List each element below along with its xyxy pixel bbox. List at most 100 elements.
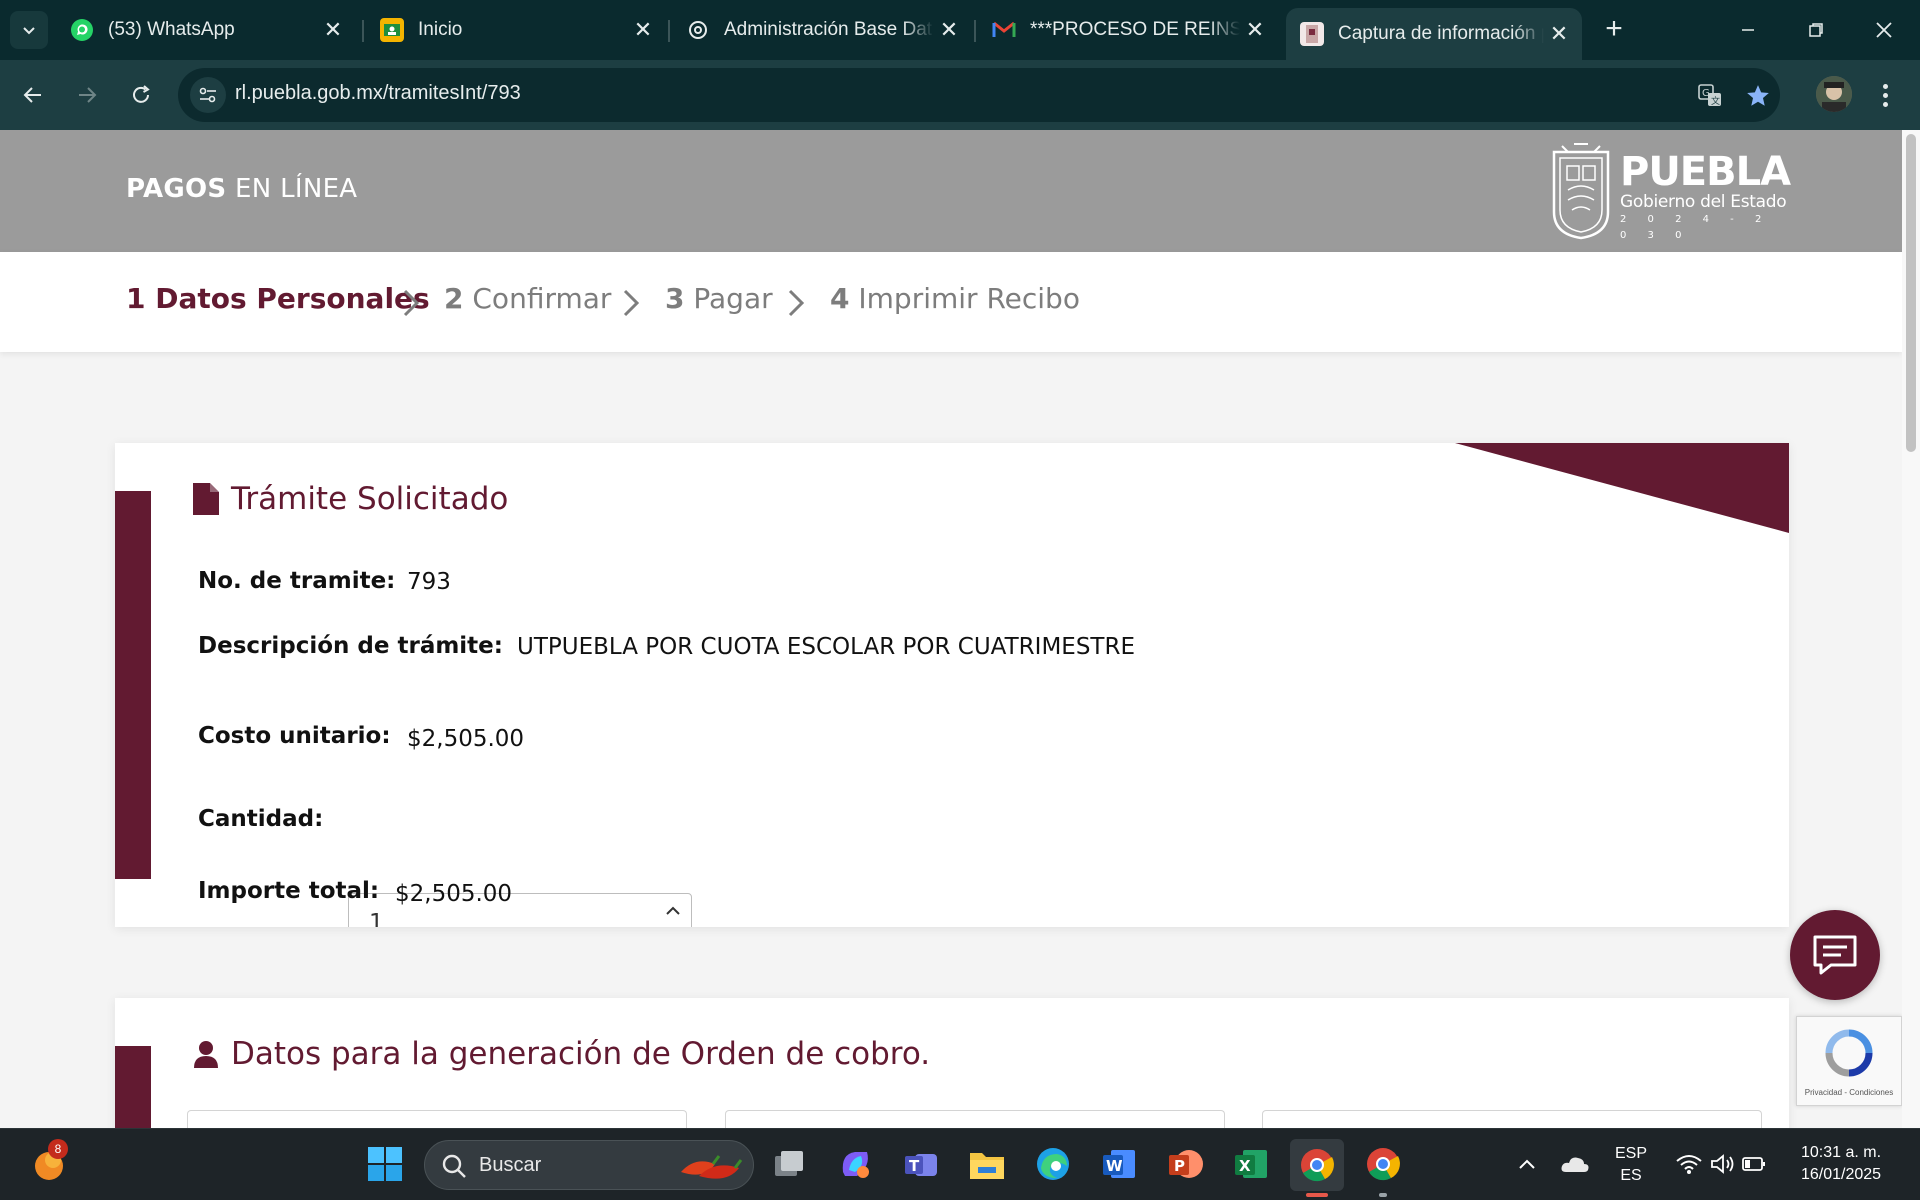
start-button[interactable] xyxy=(364,1143,406,1185)
close-tab-icon[interactable]: ✕ xyxy=(318,17,348,43)
document-icon xyxy=(193,483,219,515)
step-number: 3 xyxy=(665,282,685,315)
close-tab-icon[interactable]: ✕ xyxy=(1240,17,1270,43)
tab-title: Administración Base Dat xyxy=(724,19,933,40)
word-icon[interactable]: W xyxy=(1098,1143,1140,1185)
spinner-arrows-icon[interactable] xyxy=(661,898,685,927)
scrollbar-thumb[interactable] xyxy=(1906,134,1916,452)
recaptcha-badge[interactable]: Privacidad - Condiciones xyxy=(1796,1016,1902,1106)
url-text[interactable]: rl.puebla.gob.mx/tramitesInt/793 xyxy=(235,82,521,105)
tramite-heading-text: Trámite Solicitado xyxy=(231,481,509,517)
wifi-icon xyxy=(1676,1155,1702,1174)
running-indicator xyxy=(1306,1193,1328,1197)
file-explorer-icon[interactable] xyxy=(966,1143,1008,1185)
chrome-icon-active[interactable] xyxy=(1290,1139,1344,1191)
forward-button[interactable] xyxy=(66,74,108,116)
profile-avatar[interactable] xyxy=(1816,76,1852,112)
step-datos-personales: 1 Datos Personales xyxy=(126,282,430,315)
close-tab-icon[interactable]: ✕ xyxy=(934,17,964,43)
puebla-logo[interactable]: PUEBLA Gobierno del Estado 2 0 2 4 - 2 0… xyxy=(1550,142,1791,242)
close-tab-icon[interactable]: ✕ xyxy=(628,17,658,43)
orden-field-2[interactable] xyxy=(725,1110,1225,1128)
arrow-left-icon xyxy=(23,87,41,103)
total-value: $2,505.00 xyxy=(395,881,513,907)
chat-button[interactable] xyxy=(1790,910,1880,1000)
tab-whatsapp[interactable]: (53) WhatsApp ✕ xyxy=(56,10,356,50)
chili-peppers-icon xyxy=(681,1155,743,1179)
site-settings-icon[interactable] xyxy=(190,77,226,113)
step-number: 2 xyxy=(444,282,464,315)
step-imprimir-recibo: 4 Imprimir Recibo xyxy=(830,282,1080,315)
logo-subtitle: Gobierno del Estado xyxy=(1620,192,1787,212)
close-tab-icon[interactable]: ✕ xyxy=(1544,21,1574,47)
tab-title: Captura de información p xyxy=(1338,23,1544,44)
step-label: Datos Personales xyxy=(145,282,430,315)
system-tray-status[interactable] xyxy=(1666,1143,1776,1185)
svg-text:P: P xyxy=(1174,1157,1185,1175)
tab-title: (53) WhatsApp xyxy=(108,19,235,40)
tab-inicio[interactable]: Inicio ✕ xyxy=(366,10,666,50)
close-window-button[interactable] xyxy=(1854,8,1914,52)
orden-field-1[interactable] xyxy=(187,1110,687,1128)
tab-administracion[interactable]: Administración Base Dat ✕ xyxy=(672,10,972,50)
quantity-value[interactable]: 1 xyxy=(369,910,384,927)
logo-text: PUEBLA Gobierno del Estado 2 0 2 4 - 2 0… xyxy=(1620,149,1791,244)
input-language[interactable]: ESP ES xyxy=(1606,1143,1656,1187)
tab-separator xyxy=(974,20,976,42)
step-confirmar: 2 Confirmar xyxy=(444,282,611,315)
volume-icon xyxy=(1711,1154,1734,1174)
site-title-light: EN LÍNEA xyxy=(226,174,358,204)
tab-title: Inicio xyxy=(418,19,463,40)
language-code: ESP xyxy=(1614,1145,1647,1162)
bookmark-star-icon[interactable] xyxy=(1742,80,1774,112)
logo-years: 2 0 2 4 - 2 0 3 0 xyxy=(1620,214,1771,241)
tab-search-button[interactable] xyxy=(10,11,48,49)
step-label: Confirmar xyxy=(463,282,612,315)
restore-button[interactable] xyxy=(1786,8,1846,52)
card-accent-bar xyxy=(115,491,151,879)
edge-icon[interactable] xyxy=(1032,1143,1074,1185)
step-pagar: 3 Pagar xyxy=(665,282,773,315)
minimize-icon xyxy=(1742,29,1754,31)
tab-title: ***PROCESO DE REINSCR xyxy=(1030,19,1240,40)
onedrive-icon[interactable] xyxy=(1554,1143,1596,1185)
new-tab-button[interactable]: + xyxy=(1596,12,1632,48)
site-title: PAGOS EN LÍNEA xyxy=(126,174,357,204)
restore-icon xyxy=(1809,23,1823,37)
orden-card: Datos para la generación de Orden de cob… xyxy=(115,998,1789,1128)
card-accent-bar xyxy=(115,1046,151,1128)
notification-badge: 8 xyxy=(48,1139,68,1159)
chevron-right-icon xyxy=(403,289,420,317)
reload-button[interactable] xyxy=(120,74,162,116)
excel-icon[interactable]: X xyxy=(1230,1143,1272,1185)
tab-gmail[interactable]: ***PROCESO DE REINSCR ✕ xyxy=(978,10,1278,50)
tab-captura-active[interactable]: Captura de información p ✕ xyxy=(1286,8,1582,60)
page-scrollbar[interactable] xyxy=(1902,130,1920,1128)
back-button[interactable] xyxy=(12,74,54,116)
task-view-icon[interactable] xyxy=(768,1143,810,1185)
orden-field-3[interactable] xyxy=(1262,1110,1762,1128)
whatsapp-icon xyxy=(70,18,94,42)
address-bar[interactable]: rl.puebla.gob.mx/tramitesInt/793 G文 xyxy=(178,68,1780,122)
step-label: Imprimir Recibo xyxy=(849,282,1080,315)
chrome-icon[interactable] xyxy=(1362,1143,1404,1185)
show-hidden-icons-chevron-up-icon[interactable] xyxy=(1506,1143,1548,1185)
battery-icon xyxy=(1742,1157,1765,1171)
translate-icon[interactable]: G文 xyxy=(1694,80,1726,112)
clock[interactable]: 10:31 a. m. 16/01/2025 xyxy=(1786,1142,1896,1186)
logo-word: PUEBLA xyxy=(1620,149,1791,195)
taskbar-search[interactable]: Buscar xyxy=(424,1140,754,1190)
tramite-number-value: 793 xyxy=(407,569,451,595)
browser-menu-icon[interactable] xyxy=(1870,76,1900,114)
classroom-icon xyxy=(380,18,404,42)
copilot-icon[interactable] xyxy=(834,1143,876,1185)
recaptcha-links[interactable]: Privacidad - Condiciones xyxy=(1797,1088,1901,1097)
clock-date: 16/01/2025 xyxy=(1800,1166,1882,1183)
powerpoint-icon[interactable]: P xyxy=(1164,1143,1206,1185)
teams-icon[interactable]: T xyxy=(900,1143,942,1185)
step-number: 1 xyxy=(126,282,146,315)
chat-icon xyxy=(1813,935,1857,975)
minimize-button[interactable] xyxy=(1718,8,1778,52)
orden-heading-text: Datos para la generación de Orden de cob… xyxy=(231,1036,931,1072)
unit-cost-label: Costo unitario: xyxy=(198,723,391,749)
